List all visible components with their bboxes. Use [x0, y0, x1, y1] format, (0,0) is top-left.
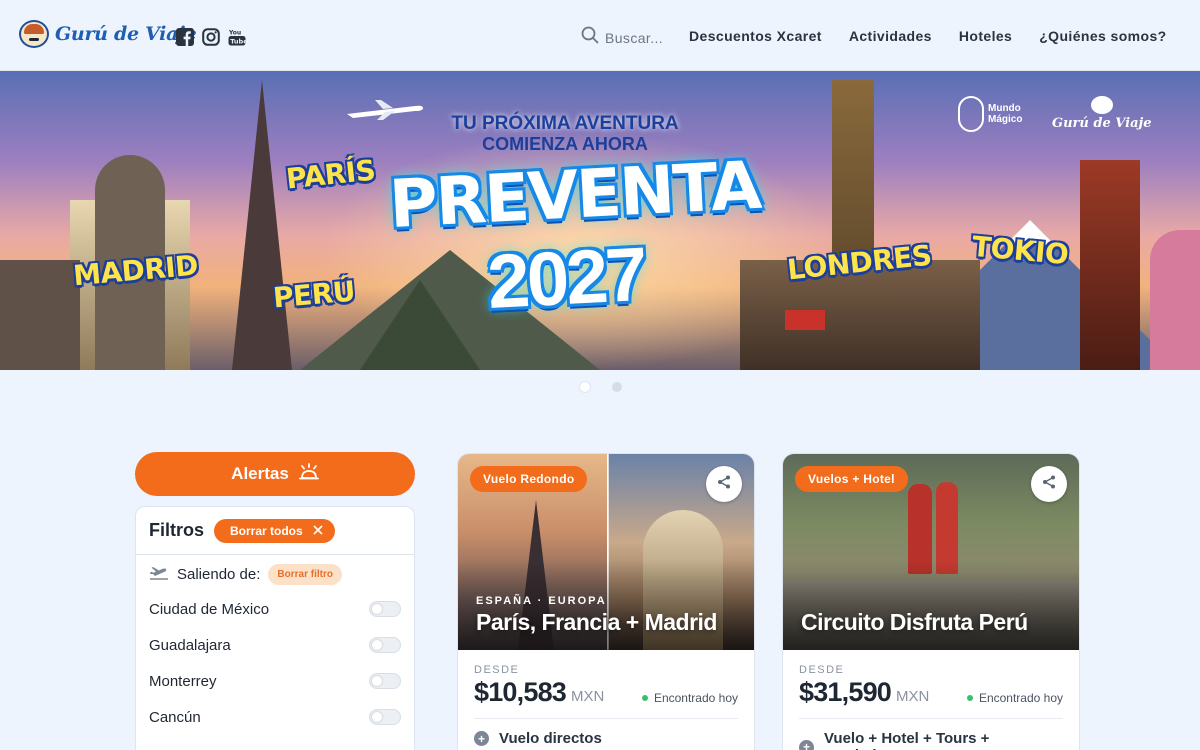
origin-city-row[interactable]: Monterrey	[136, 663, 414, 699]
search-box[interactable]: Buscar...	[581, 26, 663, 49]
facebook-icon[interactable]	[176, 28, 194, 46]
price-row: $10,583 MXN Encontrado hoy	[474, 677, 738, 708]
airplane-icon	[345, 98, 425, 127]
hero-brand-logo: Gurú de Viaje	[1052, 96, 1151, 132]
carousel-dot-2[interactable]	[612, 382, 622, 392]
plus-icon: +	[799, 739, 814, 750]
city-toggle[interactable]	[369, 673, 401, 689]
offer-price: $31,590	[799, 677, 892, 707]
plus-icon: +	[474, 731, 489, 746]
offer-body: DESDE $31,590 MXN Encontrado hoy + Vuelo…	[783, 650, 1079, 750]
city-toggle[interactable]	[369, 709, 401, 725]
social-links: You Tube	[176, 28, 248, 46]
offer-region: ESPAÑA · EUROPA	[476, 595, 607, 607]
leaving-from-label: Saliendo de:	[177, 566, 261, 583]
found-status: Encontrado hoy	[967, 691, 1063, 705]
pagoda-illustration	[1080, 160, 1140, 370]
alarm-icon	[298, 462, 319, 486]
guru-mascot-icon	[19, 20, 49, 48]
offer-feature: + Vuelo directos	[474, 730, 738, 747]
offer-title: París, Francia + Madrid	[476, 609, 717, 635]
filters-header: Filtros Borrar todos	[136, 507, 414, 555]
share-button[interactable]	[706, 466, 742, 502]
hero-year: 2027	[485, 231, 647, 326]
youtube-icon[interactable]: You Tube	[228, 28, 248, 46]
offer-title: Circuito Disfruta Perú	[801, 609, 1028, 635]
city-name: Monterrey	[149, 672, 217, 690]
leaving-from-group: Saliendo de: Borrar filtro	[136, 555, 414, 585]
nav-hoteles[interactable]: Hoteles	[959, 28, 1012, 44]
offer-feature-label: Vuelo + Hotel + Tours + Traslados	[823, 730, 990, 750]
offer-card[interactable]: Vuelo Redondo ESPAÑA · EUROPA París, Fra…	[457, 453, 755, 750]
clear-filter-button[interactable]: Borrar filtro	[268, 564, 342, 585]
nav-actividades[interactable]: Actividades	[849, 28, 932, 44]
offer-type-badge: Vuelo Redondo	[470, 466, 588, 492]
svg-text:Tube: Tube	[230, 37, 246, 45]
plane-departure-icon	[149, 564, 169, 585]
city-toggle[interactable]	[369, 601, 401, 617]
city-name: Ciudad de México	[149, 600, 270, 618]
svg-text:You: You	[228, 30, 241, 37]
offer-type-badge: Vuelos + Hotel	[795, 466, 908, 492]
alerts-button[interactable]: Alertas	[135, 452, 415, 496]
carousel-dots	[580, 382, 622, 392]
origin-city-row[interactable]: Cancún	[136, 699, 414, 735]
offer-currency: MXN	[896, 688, 930, 705]
offer-card[interactable]: Vuelos + Hotel Circuito Disfruta Perú DE…	[782, 453, 1080, 750]
offer-price: $10,583	[474, 677, 567, 707]
nav-descuentos-xcaret[interactable]: Descuentos Xcaret	[689, 28, 822, 44]
hero-tagline-1: TU PRÓXIMA AVENTURA	[451, 113, 679, 134]
found-status: Encontrado hoy	[642, 691, 738, 705]
share-button[interactable]	[1031, 466, 1067, 502]
city-toggle[interactable]	[369, 637, 401, 653]
share-icon	[717, 475, 731, 494]
price-prefix: DESDE	[474, 664, 520, 676]
instagram-icon[interactable]	[202, 28, 220, 46]
offer-feature-label: Vuelo directos	[499, 730, 602, 747]
hero-banner[interactable]: MADRID PARÍS PERÚ LONDRES TOKIO TU PRÓXI…	[0, 71, 1200, 370]
nav-quienes-somos[interactable]: ¿Quiénes somos?	[1039, 28, 1166, 44]
origin-city-row[interactable]: Guadalajara	[136, 627, 414, 663]
filters-panel: Filtros Borrar todos Saliendo de: Borrar…	[135, 506, 415, 750]
brand-logo[interactable]: Gurú de Viaje	[19, 20, 197, 48]
origin-city-row[interactable]: Ciudad de México	[136, 591, 414, 627]
close-icon	[313, 524, 323, 538]
price-prefix: DESDE	[799, 664, 845, 676]
offer-feature: + Vuelo + Hotel + Tours + Traslados	[799, 730, 1063, 750]
offer-image: Vuelo Redondo ESPAÑA · EUROPA París, Fra…	[458, 454, 754, 650]
filters-title: Filtros	[149, 520, 205, 540]
site-header: Gurú de Viaje You Tube Buscar... Descuent…	[0, 0, 1200, 71]
partner-logo: Mundo Mágico	[958, 96, 1028, 132]
offer-image: Vuelos + Hotel Circuito Disfruta Perú	[783, 454, 1079, 650]
london-bus-illustration	[785, 310, 825, 330]
origin-city-list: Ciudad de México Guadalajara Monterrey C…	[136, 591, 414, 735]
offer-currency: MXN	[571, 688, 605, 705]
guru-mascot-icon	[1090, 96, 1113, 114]
offer-body: DESDE $10,583 MXN Encontrado hoy + Vuelo…	[458, 650, 754, 747]
carousel-dot-1[interactable]	[580, 382, 590, 392]
share-icon	[1042, 475, 1056, 494]
search-input[interactable]: Buscar...	[605, 30, 663, 46]
eiffel-tower-illustration	[232, 80, 292, 370]
clear-all-button[interactable]: Borrar todos	[214, 518, 335, 543]
search-icon	[581, 26, 599, 49]
mundo-magico-icon	[958, 96, 984, 132]
city-name: Guadalajara	[149, 636, 231, 654]
alerts-label: Alertas	[231, 464, 289, 483]
city-name: Cancún	[149, 708, 201, 726]
main-nav: Descuentos Xcaret Actividades Hoteles ¿Q…	[689, 28, 1167, 44]
price-row: $31,590 MXN Encontrado hoy	[799, 677, 1063, 708]
